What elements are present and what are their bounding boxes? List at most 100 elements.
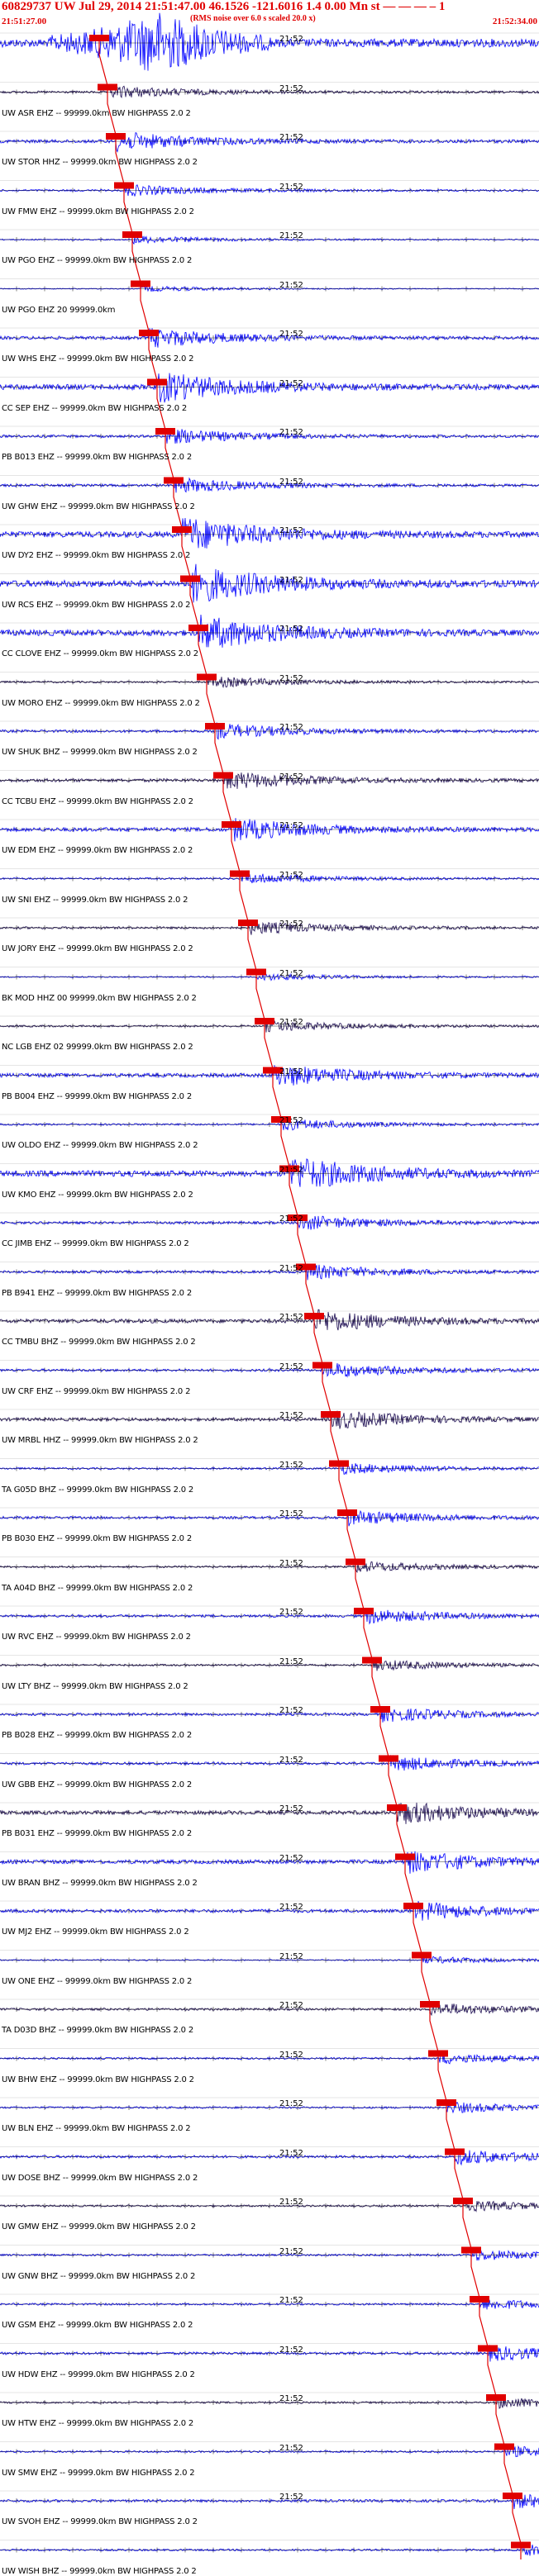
- station-label: PB B013 EHZ -- 99999.0km BW HIGHPASS 2.0…: [2, 453, 192, 462]
- row-time-label: 21:52: [279, 2493, 303, 2502]
- station-label: TA G05D BHZ -- 99999.0km BW HIGHPASS 2.0…: [2, 1485, 194, 1495]
- row-time-label: 21:52: [279, 1558, 303, 1568]
- station-label: TA A04D BHZ -- 99999.0km BW HIGHPASS 2.0…: [2, 1583, 193, 1593]
- row-time-label: 21:52: [279, 2246, 303, 2256]
- station-label: PB B031 EHZ -- 99999.0km BW HIGHPASS 2.0…: [2, 1829, 192, 1838]
- row-time-label: 21:52: [279, 723, 303, 732]
- station-label: UW FMW EHZ -- 99999.0km BW HIGHPASS 2.0 …: [2, 207, 194, 216]
- row-time-label: 21:52: [279, 1362, 303, 1371]
- station-label: UW RVC EHZ -- 99999.0km BW HIGHPASS 2.0 …: [2, 1633, 191, 1642]
- row-time-label: 21:52: [279, 526, 303, 535]
- row-time-label: 21:52: [279, 330, 303, 339]
- station-label: TA D03D BHZ -- 99999.0km BW HIGHPASS 2.0…: [2, 2026, 193, 2035]
- row-time-label: 21:52: [279, 428, 303, 437]
- station-label: CC SEP EHZ -- 99999.0km BW HIGHPASS 2.0 …: [2, 403, 188, 413]
- waveform-trace: [0, 1851, 539, 1874]
- station-label: UW GHW EHZ -- 99999.0km BW HIGHPASS 2.0 …: [2, 501, 195, 511]
- station-label: UW SMW EHZ -- 99999.0km BW HIGHPASS 2.0 …: [2, 2468, 195, 2478]
- waveform-trace: [0, 1158, 539, 1187]
- station-label: UW SVOH EHZ -- 99999.0km BW HIGHPASS 2.0…: [2, 2517, 198, 2526]
- row-time-label: 21:52: [279, 1313, 303, 1322]
- row-time-label: 21:52: [279, 83, 303, 93]
- row-time-label: 21:52: [279, 1067, 303, 1077]
- row-time-label: 21:52: [279, 1509, 303, 1519]
- station-label: UW GMW EHZ -- 99999.0km BW HIGHPASS 2.0 …: [2, 2222, 196, 2231]
- station-label: PB B030 EHZ -- 99999.0km BW HIGHPASS 2.0…: [2, 1534, 192, 1543]
- station-label: UW GSM EHZ -- 99999.0km BW HIGHPASS 2.0 …: [2, 2321, 193, 2330]
- station-label: UW MORO EHZ -- 99999.0km BW HIGHPASS 2.0…: [2, 698, 200, 708]
- station-label: PB B028 EHZ -- 99999.0km BW HIGHPASS 2.0…: [2, 1731, 192, 1740]
- station-label: UW KMO EHZ -- 99999.0km BW HIGHPASS 2.0 …: [2, 1190, 193, 1200]
- row-time-label: 21:52: [279, 1656, 303, 1666]
- row-time-label: 21:52: [279, 625, 303, 634]
- station-label: UW HTW EHZ -- 99999.0km BW HIGHPASS 2.0 …: [2, 2419, 194, 2428]
- row-time-label: 21:52: [279, 1951, 303, 1961]
- station-label: UW WHS EHZ -- 99999.0km BW HIGHPASS 2.0 …: [2, 354, 194, 364]
- row-time-label: 21:52: [279, 2443, 303, 2453]
- station-label: CC CLOVE EHZ -- 99999.0km BW HIGHPASS 2.…: [2, 649, 198, 658]
- row-time-label: 21:52: [279, 1018, 303, 1027]
- row-time-label: 21:52: [279, 182, 303, 192]
- row-time-label: 21:52: [279, 1608, 303, 1617]
- station-label: UW MJ2 EHZ -- 99999.0km BW HIGHPASS 2.0 …: [2, 1927, 189, 1937]
- waveform-trace: [0, 1264, 539, 1281]
- station-label: UW DY2 EHZ -- 99999.0km BW HIGHPASS 2.0 …: [2, 551, 191, 560]
- row-time-label: 21:52: [279, 1853, 303, 1863]
- station-label: UW HDW EHZ -- 99999.0km BW HIGHPASS 2.0 …: [2, 2369, 195, 2379]
- station-label: UW RCS EHZ -- 99999.0km BW HIGHPASS 2.0 …: [2, 600, 191, 610]
- station-label: UW STOR HHZ -- 99999.0km BW HIGHPASS 2.0…: [2, 158, 198, 167]
- waveform-trace: [0, 1658, 539, 1671]
- row-time-label: 21:52: [279, 2148, 303, 2158]
- row-time-label: 21:52: [279, 772, 303, 782]
- row-time-label: 21:52: [279, 133, 303, 142]
- row-time-label: 21:52: [279, 477, 303, 487]
- station-label: UW MRBL HHZ -- 99999.0km BW HIGHPASS 2.0…: [2, 1436, 198, 1445]
- row-time-label: 21:52: [279, 1214, 303, 1224]
- station-label: UW BHW EHZ -- 99999.0km BW HIGHPASS 2.0 …: [2, 2075, 194, 2084]
- row-time-label: 21:52: [279, 870, 303, 880]
- station-label: UW CRF EHZ -- 99999.0km BW HIGHPASS 2.0 …: [2, 1386, 191, 1396]
- waveform-trace: [0, 818, 539, 842]
- station-label: UW SNI EHZ -- 99999.0km BW HIGHPASS 2.0 …: [2, 895, 188, 905]
- station-label: UW JORY EHZ -- 99999.0km BW HIGHPASS 2.0…: [2, 944, 193, 953]
- station-label: CC JIMB EHZ -- 99999.0km BW HIGHPASS 2.0…: [2, 1239, 189, 1248]
- row-time-label: 21:52: [279, 821, 303, 830]
- row-time-label: 21:52: [279, 1804, 303, 1813]
- station-label: UW PGO EHZ -- 99999.0km BW HIGHPASS 2.0 …: [2, 256, 193, 265]
- station-label: PB B004 EHZ -- 99999.0km BW HIGHPASS 2.0…: [2, 1091, 192, 1101]
- row-time-label: 21:52: [279, 2050, 303, 2060]
- waveform-trace: [0, 1309, 539, 1331]
- waveform-trace: [0, 373, 539, 403]
- row-time-label: 21:52: [279, 575, 303, 585]
- waveform-trace: [0, 676, 539, 689]
- station-label: UW PGO EHZ 20 99999.0km: [2, 305, 116, 315]
- station-label: NC LGB EHZ 02 99999.0km BW HIGHPASS 2.0 …: [2, 1043, 193, 1052]
- station-label: UW ONE EHZ -- 99999.0km BW HIGHPASS 2.0 …: [2, 1976, 193, 1986]
- row-time-label: 21:52: [279, 2198, 303, 2207]
- station-label: CC TMBU BHZ -- 99999.0km BW HIGHPASS 2.0…: [2, 1338, 196, 1347]
- row-time-label: 21:52: [279, 378, 303, 388]
- station-label: UW LTY BHZ -- 99999.0km BW HIGHPASS 2.0 …: [2, 1681, 188, 1691]
- station-label: UW DOSE BHZ -- 99999.0km BW HIGHPASS 2.0…: [2, 2173, 198, 2183]
- row-time-label: 21:52: [279, 1263, 303, 1273]
- row-time-label: 21:52: [279, 920, 303, 929]
- waveform-trace: [0, 1410, 539, 1429]
- row-time-label: 21:52: [279, 2296, 303, 2305]
- waveform-trace: [0, 2493, 539, 2510]
- row-time-label: 21:52: [279, 1903, 303, 1912]
- row-time-label: 21:52: [279, 2099, 303, 2108]
- row-time-label: 21:52: [279, 1755, 303, 1765]
- row-time-label: 21:52: [279, 1706, 303, 1715]
- station-label: BK MOD HHZ 00 99999.0km BW HIGHPASS 2.0 …: [2, 993, 197, 1003]
- waveform-trace: [0, 1802, 539, 1824]
- station-label: UW BLN EHZ -- 99999.0km BW HIGHPASS 2.0 …: [2, 2124, 191, 2133]
- station-label: UW WISH BHZ -- 99999.0km BW HIGHPASS 2.0…: [2, 2566, 197, 2576]
- station-label: CC TCBU EHZ -- 99999.0km BW HIGHPASS 2.0…: [2, 796, 193, 806]
- station-label: PB B941 EHZ -- 99999.0km BW HIGHPASS 2.0…: [2, 1288, 192, 1298]
- station-label: UW GBB EHZ -- 99999.0km BW HIGHPASS 2.0 …: [2, 1780, 193, 1789]
- row-time-label: 21:52: [279, 2001, 303, 2010]
- row-time-label: 21:52: [279, 231, 303, 240]
- row-time-label: 21:52: [279, 280, 303, 290]
- row-time-label: 21:52: [279, 35, 303, 44]
- station-label: UW EDM EHZ -- 99999.0km BW HIGHPASS 2.0 …: [2, 846, 193, 855]
